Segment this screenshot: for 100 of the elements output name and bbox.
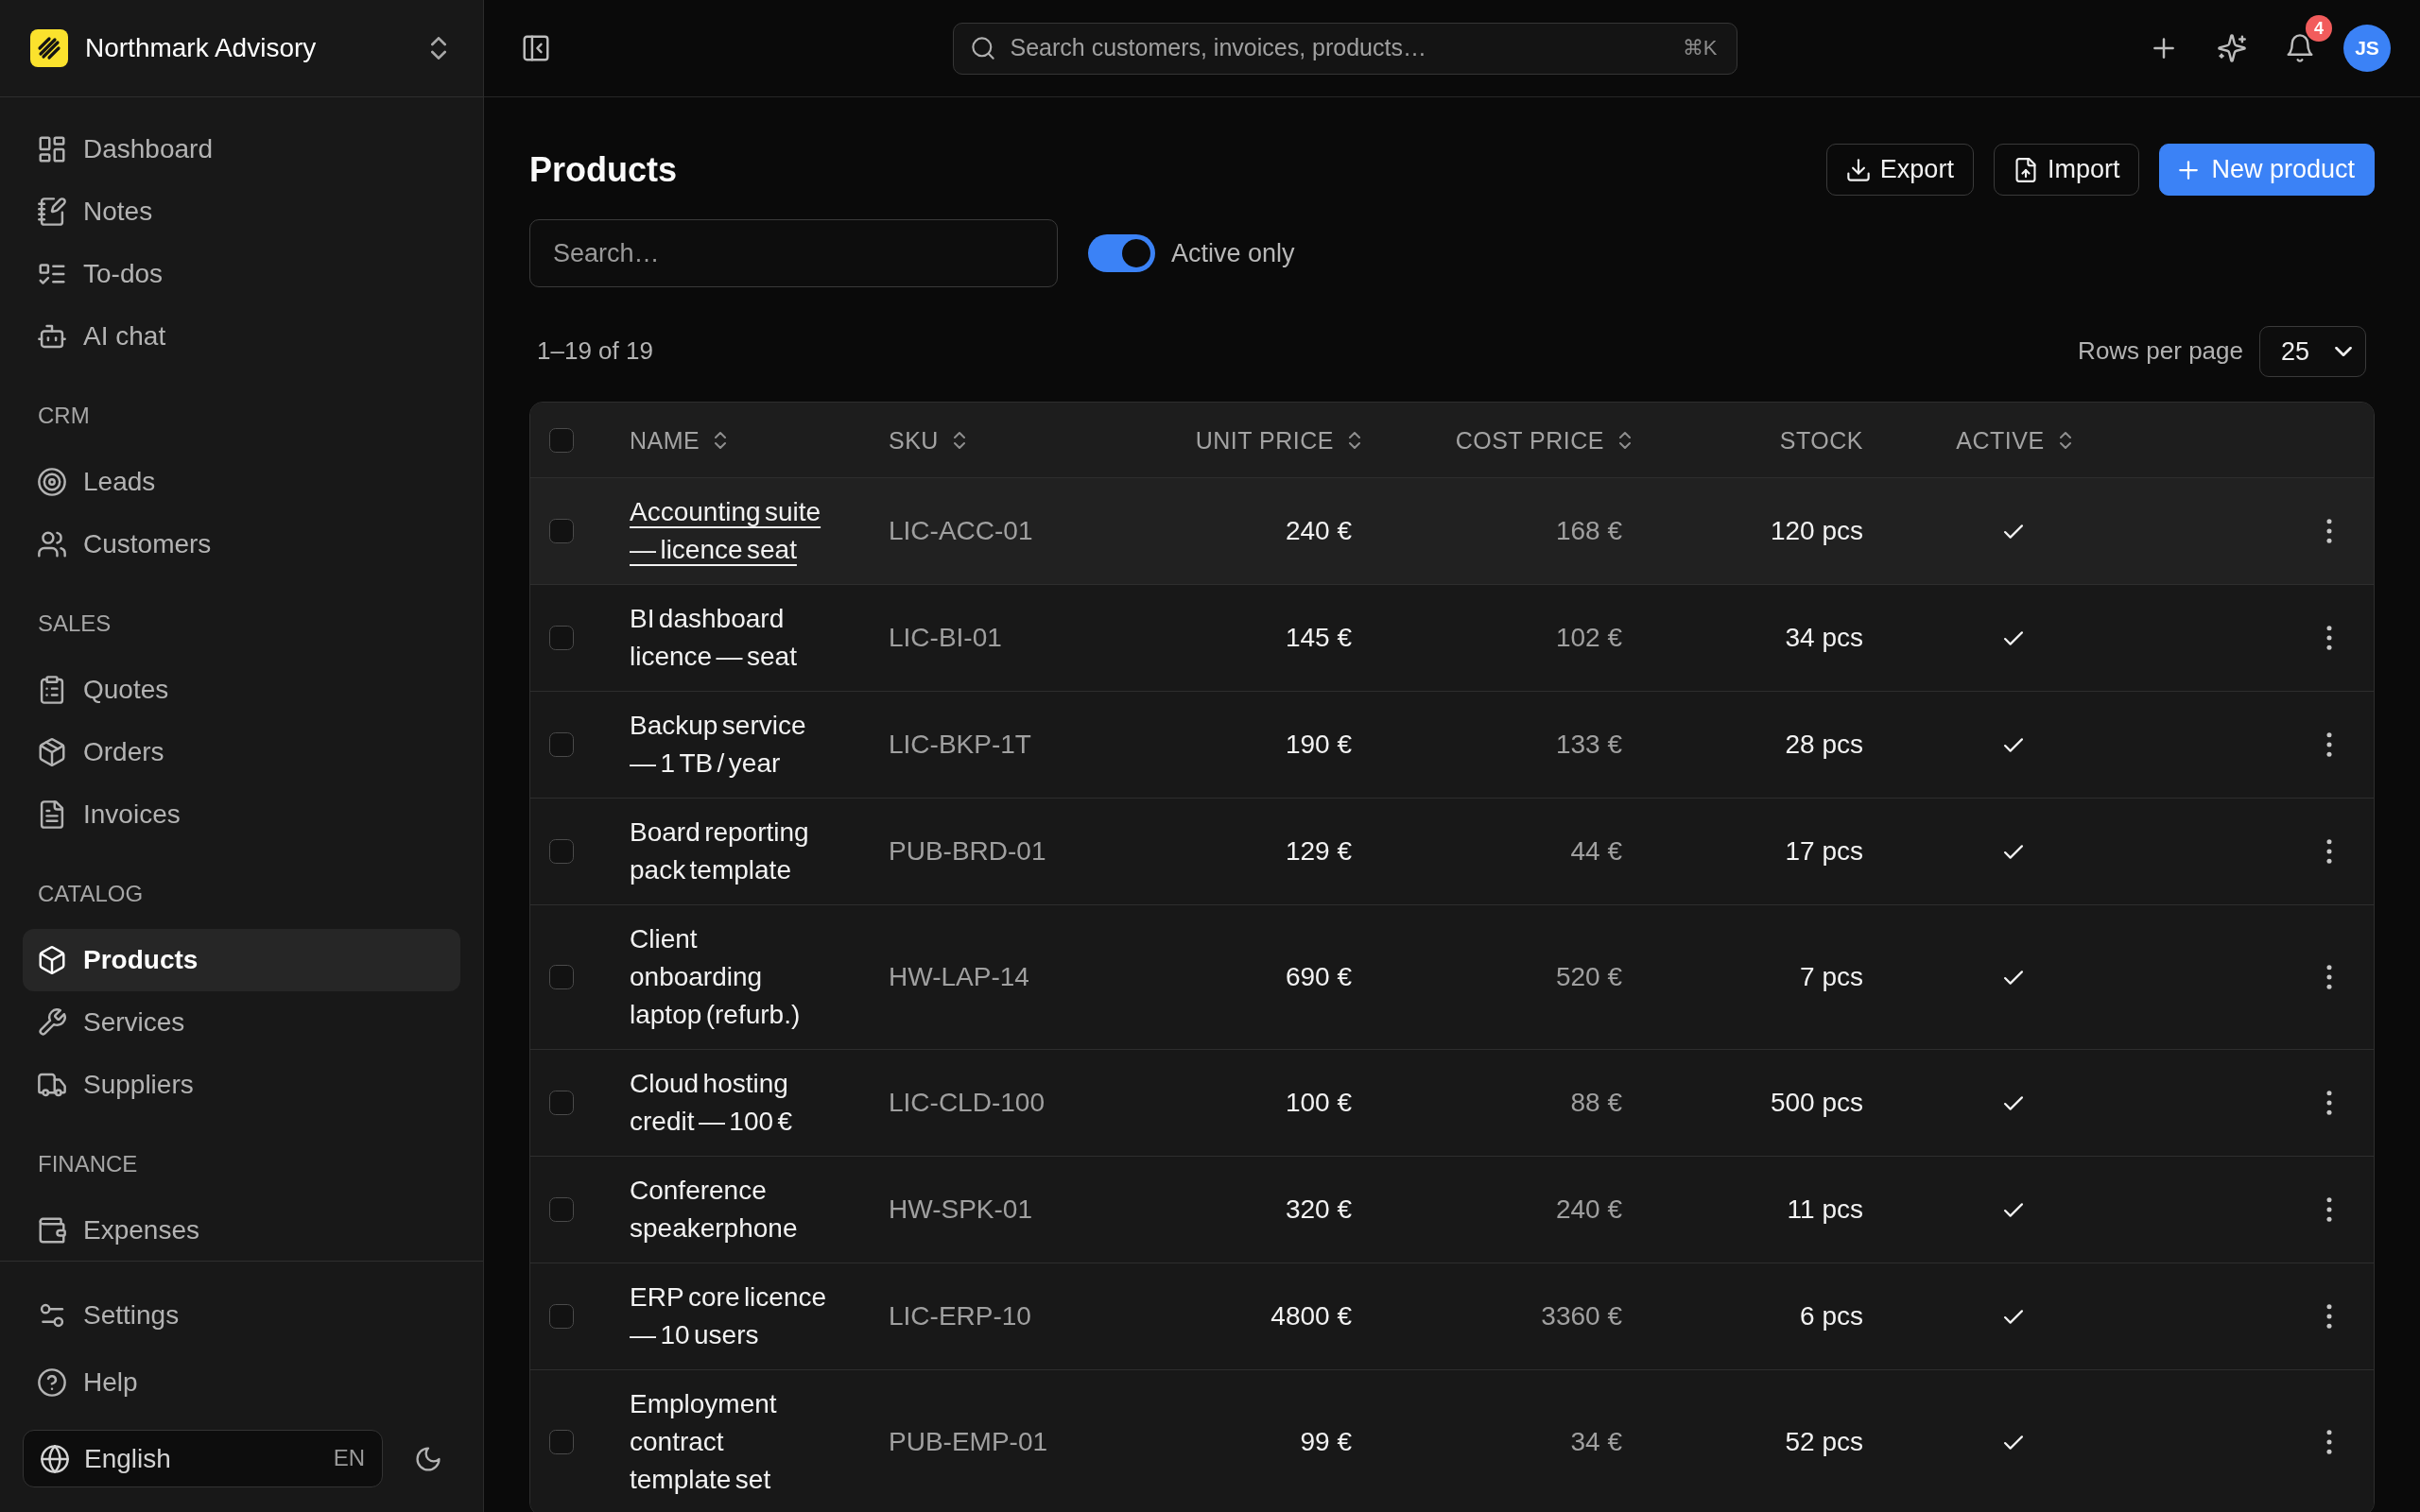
global-search-input[interactable]: Search customers, invoices, products… [1008, 29, 1669, 67]
column-header[interactable]: COST PRICE [1455, 425, 1604, 455]
cost-price: 133 € [1555, 729, 1622, 761]
row-checkbox[interactable] [549, 839, 574, 864]
language-select[interactable]: English EN [23, 1430, 383, 1487]
sku-text: LIC-ERP-10 [889, 1300, 1031, 1332]
row-menu-button[interactable] [2326, 965, 2332, 989]
row-checkbox[interactable] [549, 1091, 574, 1115]
row-checkbox[interactable] [549, 626, 574, 650]
product-name-link[interactable]: Cloud hosting credit — 100 € [630, 1065, 828, 1141]
toggle-label: Active only [1171, 237, 1295, 269]
clipboard-icon [38, 676, 66, 704]
row-checkbox[interactable] [549, 519, 574, 543]
product-name-link[interactable]: Employment contract template set [630, 1385, 828, 1499]
product-name-link[interactable]: Backup service — 1 TB / year [630, 707, 828, 782]
product-name-link[interactable]: Client onboarding laptop (refurb.) [630, 920, 828, 1034]
stock-quantity: 34 pcs [1785, 622, 1863, 654]
row-checkbox[interactable] [549, 1430, 574, 1454]
download-icon [1845, 157, 1871, 182]
column-header: STOCK [1779, 425, 1863, 455]
import-button[interactable]: Import [1993, 144, 2140, 196]
row-menu-button[interactable] [2326, 1304, 2332, 1329]
sidebar-nav-item[interactable]: Suppliers [23, 1054, 460, 1116]
kebab-icon [2326, 965, 2332, 989]
cost-price: 88 € [1570, 1087, 1622, 1119]
row-menu-button[interactable] [2326, 1430, 2332, 1454]
column-header[interactable]: UNIT PRICE [1195, 425, 1334, 455]
sidebar-nav-item[interactable]: Dashboard [23, 118, 460, 180]
toggle-switch[interactable] [1088, 234, 1155, 272]
row-menu-button[interactable] [2326, 1091, 2332, 1115]
cost-price: 3360 € [1541, 1300, 1622, 1332]
sidebar-nav-item[interactable]: Help [23, 1351, 460, 1414]
column-header[interactable]: ACTIVE [1956, 425, 2045, 455]
column-header[interactable]: SKU [889, 425, 939, 455]
unit-price: 320 € [1285, 1194, 1352, 1226]
notification-badge: 4 [2306, 15, 2332, 42]
row-menu-button[interactable] [2326, 519, 2332, 543]
row-checkbox[interactable] [549, 1197, 574, 1222]
sku-text: LIC-CLD-100 [889, 1087, 1045, 1119]
sidebar-nav-item[interactable]: Services [23, 991, 460, 1054]
user-avatar[interactable]: JS [2343, 25, 2391, 72]
theme-toggle-button[interactable] [415, 1445, 441, 1472]
chevron-down-icon [2335, 347, 2352, 356]
new-product-button[interactable]: New product [2159, 144, 2375, 196]
stock-quantity: 500 pcs [1770, 1087, 1863, 1119]
sidebar-nav-item[interactable]: Invoices [23, 783, 460, 846]
result-range: 1–19 of 19 [537, 336, 653, 367]
row-checkbox[interactable] [549, 965, 574, 989]
logo-icon [30, 29, 68, 67]
cost-price: 168 € [1555, 515, 1622, 547]
sku-text: HW-LAP-14 [889, 961, 1029, 993]
sliders-icon [38, 1301, 66, 1330]
search-field[interactable]: Search… [529, 219, 1058, 287]
column-header[interactable]: NAME [630, 425, 700, 455]
sidebar-nav-item[interactable]: Expenses [23, 1199, 460, 1261]
nav-section-title: CATALOG [37, 880, 145, 908]
sku-text: LIC-BI-01 [889, 622, 1002, 654]
nav-section-title: FINANCE [37, 1150, 139, 1178]
cost-price: 34 € [1570, 1426, 1622, 1458]
sidebar-nav-item[interactable]: Orders [23, 721, 460, 783]
cost-price: 102 € [1555, 622, 1622, 654]
kebab-icon [2326, 519, 2332, 543]
product-name-link[interactable]: Accounting suite — licence seat [630, 493, 828, 569]
sidebar-nav-item[interactable]: Leads [23, 451, 460, 513]
unit-price: 190 € [1285, 729, 1352, 761]
select-all-checkbox[interactable] [549, 427, 574, 453]
stock-quantity: 28 pcs [1785, 729, 1863, 761]
page-title: Products [529, 148, 678, 191]
target-icon [38, 468, 66, 496]
unit-price: 145 € [1285, 622, 1352, 654]
users-icon [38, 530, 66, 558]
product-name-link[interactable]: ERP core licence — 10 users [630, 1279, 828, 1354]
chevrons-up-down-icon[interactable] [431, 37, 446, 60]
row-checkbox[interactable] [549, 732, 574, 757]
cost-price: 44 € [1570, 835, 1622, 868]
export-button[interactable]: Export [1825, 144, 1974, 196]
product-name-link[interactable]: BI dashboard licence — seat [630, 600, 828, 676]
sidebar-nav-item[interactable]: Settings [23, 1284, 460, 1347]
globe-icon [41, 1444, 69, 1473]
stock-quantity: 7 pcs [1800, 961, 1863, 993]
row-menu-button[interactable] [2326, 732, 2332, 757]
row-menu-button[interactable] [2326, 839, 2332, 864]
row-menu-button[interactable] [2326, 626, 2332, 650]
sidebar-nav-item[interactable]: Products [23, 929, 460, 991]
product-name-link[interactable]: Conference speakerphone [630, 1172, 828, 1247]
sidebar-nav-item[interactable]: Notes [23, 180, 460, 243]
sidebar-nav-item[interactable]: To-dos [23, 243, 460, 305]
kebab-icon [2326, 839, 2332, 864]
rows-per-page-select[interactable]: 25 [2259, 326, 2366, 377]
product-name-link[interactable]: Board reporting pack template [630, 814, 828, 889]
global-search-field[interactable]: Search customers, invoices, products… ⌘K [952, 22, 1737, 75]
sidebar-nav-item[interactable]: AI chat [23, 305, 460, 368]
notebook-icon [38, 198, 66, 226]
kebab-icon [2326, 732, 2332, 757]
row-checkbox[interactable] [549, 1304, 574, 1329]
sidebar-nav-item[interactable]: Customers [23, 513, 460, 576]
sidebar-toggle-button[interactable] [522, 34, 550, 62]
sidebar-nav-item[interactable]: Quotes [23, 659, 460, 721]
kebab-icon [2326, 1304, 2332, 1329]
row-menu-button[interactable] [2326, 1197, 2332, 1222]
